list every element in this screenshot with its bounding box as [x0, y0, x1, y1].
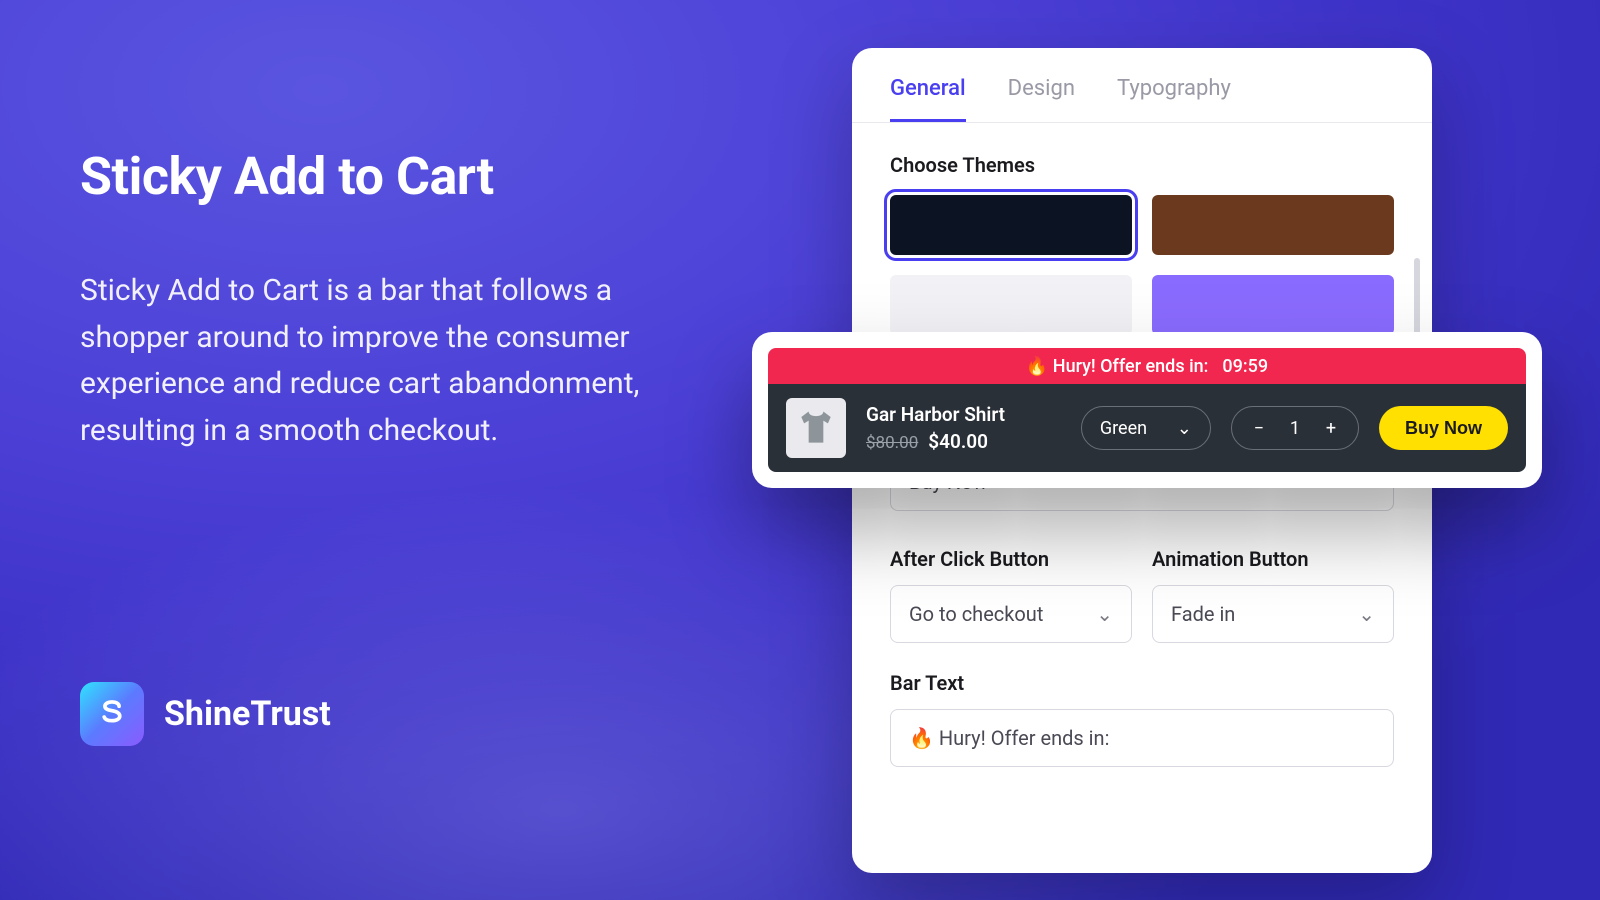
- urgency-text: 🔥 Hury! Offer ends in:: [1026, 356, 1209, 377]
- page-title: Sticky Add to Cart: [80, 146, 494, 207]
- product-thumbnail: [786, 398, 846, 458]
- after-click-label: After Click Button: [890, 547, 1132, 571]
- input-value: 🔥 Hury! Offer ends in:: [909, 726, 1109, 750]
- qty-plus-button[interactable]: +: [1322, 418, 1340, 439]
- quantity-stepper: − 1 +: [1231, 406, 1359, 450]
- sticky-bar-preview: 🔥 Hury! Offer ends in: 09:59 Gar Harbor …: [752, 332, 1542, 488]
- theme-swatch[interactable]: [1152, 195, 1394, 255]
- variant-select[interactable]: Green ⌄: [1081, 406, 1211, 450]
- chevron-down-icon: ⌄: [1096, 602, 1113, 626]
- themes-label: Choose Themes: [890, 153, 1394, 177]
- product-info: Gar Harbor Shirt $80.00 $40.00: [866, 403, 1005, 453]
- tabs: General Design Typography: [852, 48, 1432, 123]
- theme-swatch[interactable]: [890, 275, 1132, 335]
- brand-name: ShineTrust: [164, 694, 331, 734]
- urgency-timer: 09:59: [1222, 356, 1268, 377]
- buy-now-button[interactable]: Buy Now: [1379, 406, 1508, 450]
- bar-text-input[interactable]: 🔥 Hury! Offer ends in:: [890, 709, 1394, 767]
- variant-value: Green: [1100, 418, 1147, 439]
- chevron-down-icon: ⌄: [1358, 602, 1375, 626]
- chevron-down-icon: ⌄: [1177, 418, 1192, 439]
- animation-select[interactable]: Fade in ⌄: [1152, 585, 1394, 643]
- brand-logo-icon: [80, 682, 144, 746]
- product-title: Gar Harbor Shirt: [866, 403, 1005, 426]
- bar-text-label: Bar Text: [890, 671, 1394, 695]
- brand: ShineTrust: [80, 682, 331, 746]
- theme-swatches: [852, 195, 1432, 335]
- tab-design[interactable]: Design: [1008, 76, 1075, 122]
- tab-general[interactable]: General: [890, 76, 966, 122]
- price-old: $80.00: [866, 433, 918, 453]
- qty-minus-button[interactable]: −: [1250, 418, 1268, 439]
- select-value: Go to checkout: [909, 602, 1043, 626]
- tab-typography[interactable]: Typography: [1117, 76, 1231, 122]
- select-value: Fade in: [1171, 602, 1235, 626]
- theme-swatch[interactable]: [1152, 275, 1394, 335]
- price-new: $40.00: [928, 430, 988, 453]
- page-description: Sticky Add to Cart is a bar that follows…: [80, 268, 700, 454]
- sticky-bar: Gar Harbor Shirt $80.00 $40.00 Green ⌄ −…: [768, 384, 1526, 472]
- theme-swatch[interactable]: [890, 195, 1132, 255]
- after-click-select[interactable]: Go to checkout ⌄: [890, 585, 1132, 643]
- urgency-bar: 🔥 Hury! Offer ends in: 09:59: [768, 348, 1526, 384]
- qty-value: 1: [1290, 418, 1300, 439]
- animation-label: Animation Button: [1152, 547, 1394, 571]
